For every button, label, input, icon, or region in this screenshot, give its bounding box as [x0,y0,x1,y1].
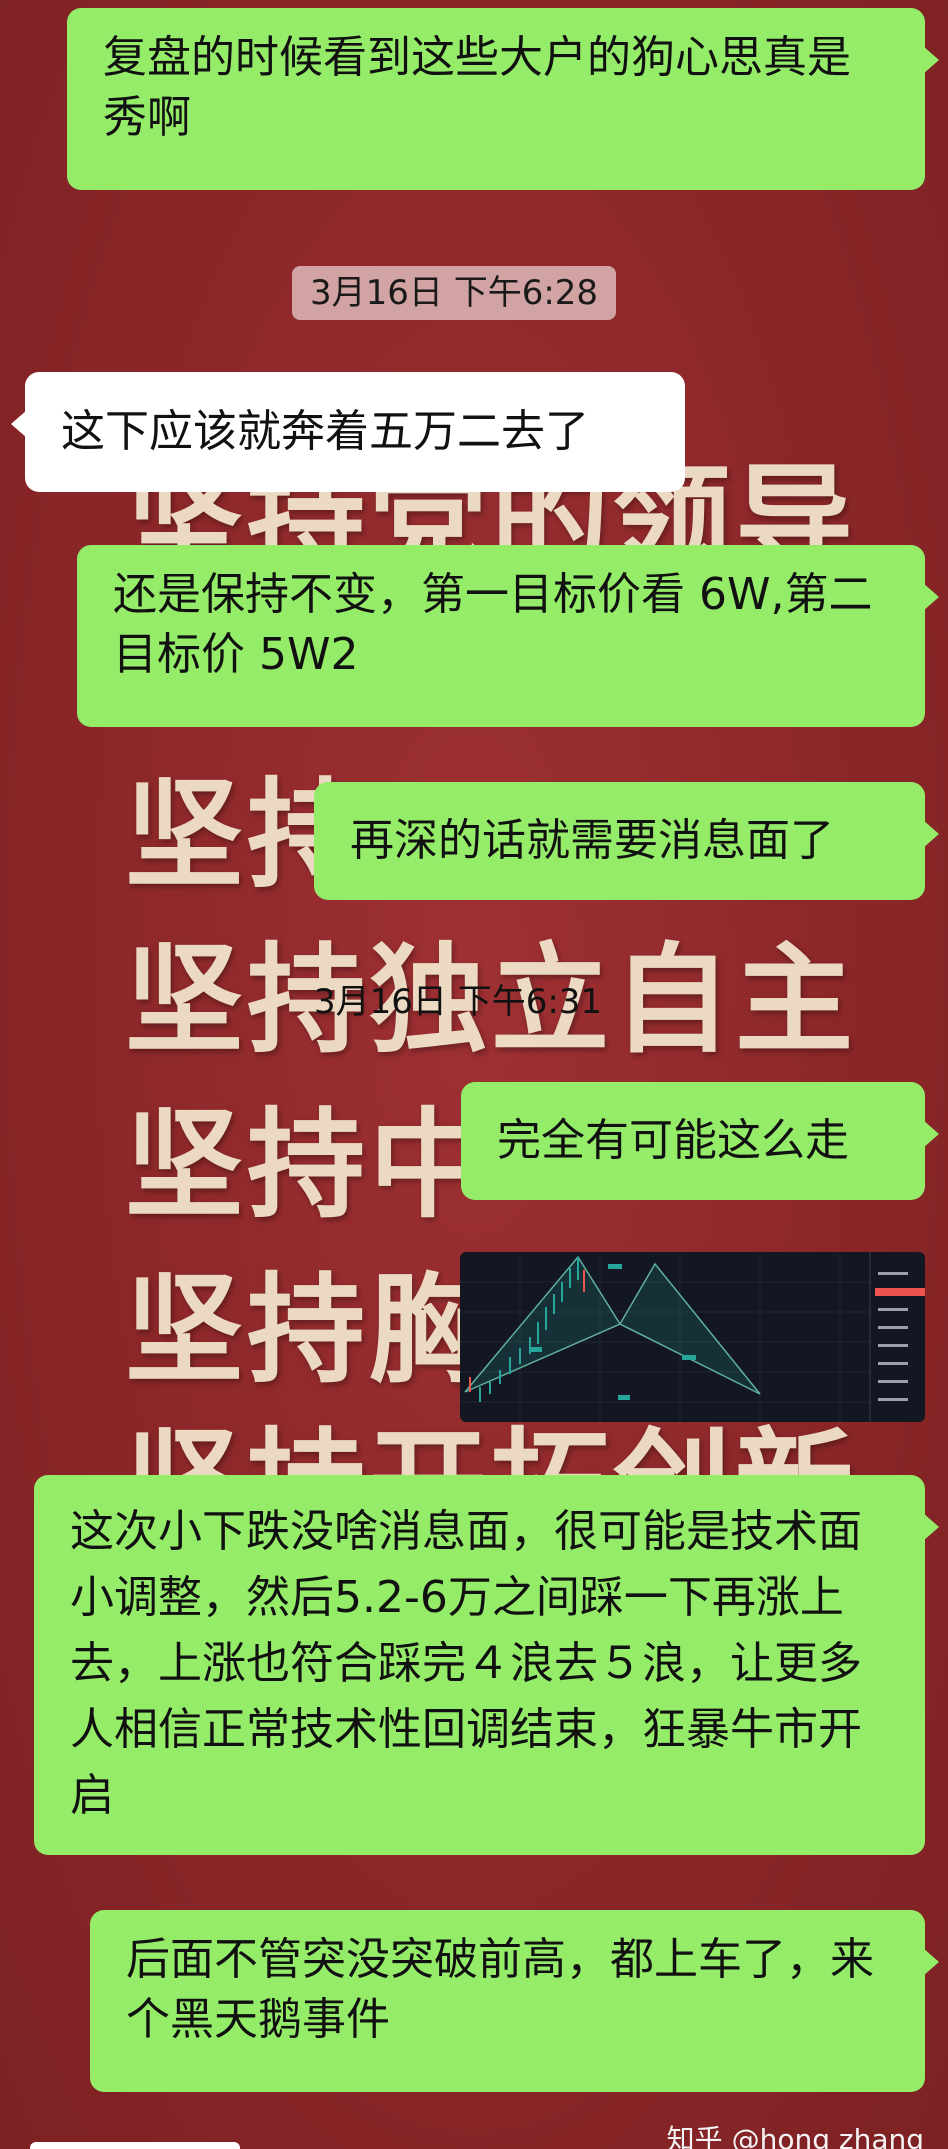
message-text: 这下应该就奔着五万二去了 [61,406,589,457]
next-message-bubble-edge [30,2142,240,2149]
message-text: 这次小下跌没啥消息面，很可能是技术面小调整，然后5.2-6万之间踩一下再涨上去，… [70,1506,862,1821]
message-bubble-received[interactable]: 这下应该就奔着五万二去了 [11,372,685,492]
message-text: 后面不管突没突破前高，都上车了，来个黑天鹅事件 [126,1934,874,2045]
message-text: 完全有可能这么走 [497,1115,849,1166]
message-bubble-sent[interactable]: 再深的话就需要消息面了 [314,782,939,900]
message-bubble-sent[interactable]: 后面不管突没突破前高，都上车了，来个黑天鹅事件 [90,1910,939,2092]
message-bubble-sent[interactable]: 这次小下跌没啥消息面，很可能是技术面小调整，然后5.2-6万之间踩一下再涨上去，… [34,1475,939,1855]
price-chart-thumbnail [460,1252,925,1422]
zhihu-watermark: 知乎 @hong zhang [666,2123,924,2149]
timestamp: 3月16日 下午6:31 [314,982,603,1022]
chart-image-message[interactable] [460,1252,925,1422]
message-text: 复盘的时候看到这些大户的狗心思真是秀啊 [103,32,851,143]
message-text: 再深的话就需要消息面了 [350,815,834,866]
message-text: 还是保持不变，第一目标价看 6W,第二目标价 5W2 [113,569,873,680]
timestamp: 3月16日 下午6:28 [292,266,617,320]
message-bubble-sent[interactable]: 还是保持不变，第一目标价看 6W,第二目标价 5W2 [77,545,939,727]
message-bubble-sent[interactable]: 完全有可能这么走 [461,1082,939,1200]
message-bubble-sent[interactable]: 复盘的时候看到这些大户的狗心思真是秀啊 [67,8,939,190]
